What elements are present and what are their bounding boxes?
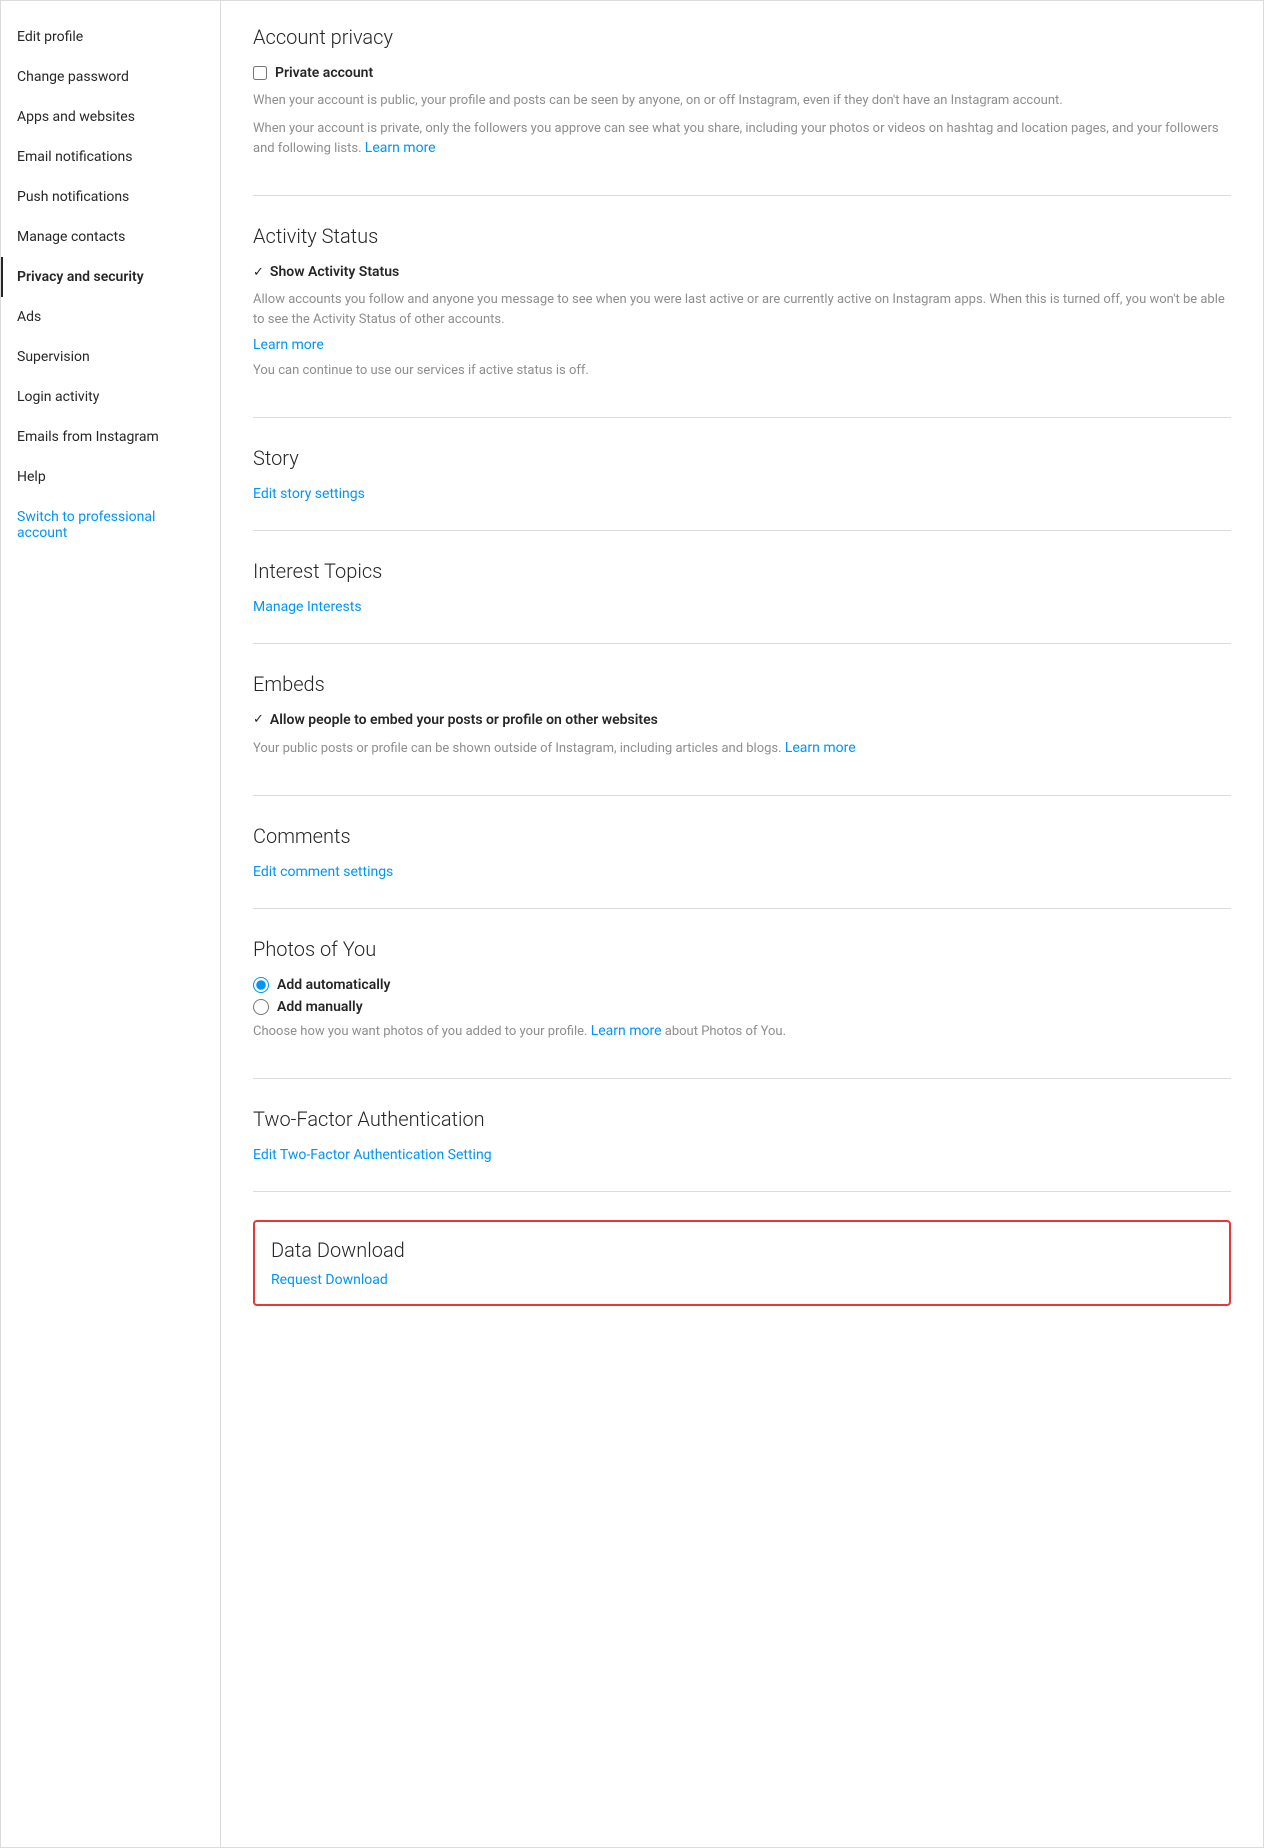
activity-status-title: Activity Status (253, 224, 1231, 248)
data-download-title: Data Download (271, 1238, 1213, 1262)
data-download-section: Data Download Request Download (253, 1220, 1231, 1306)
private-account-checkbox[interactable] (253, 66, 267, 80)
photos-of-you-section: Photos of You Add automatically Add manu… (253, 937, 1231, 1079)
add-manually-radio[interactable] (253, 999, 269, 1015)
sidebar-item-manage-contacts[interactable]: Manage contacts (1, 217, 220, 257)
manage-interests-link[interactable]: Manage Interests (253, 599, 362, 615)
account-privacy-desc2: When your account is private, only the f… (253, 119, 1231, 160)
edit-story-settings-link[interactable]: Edit story settings (253, 486, 365, 502)
sidebar-item-supervision[interactable]: Supervision (1, 337, 220, 377)
activity-status-desc: Allow accounts you follow and anyone you… (253, 290, 1231, 329)
sidebar: Edit profileChange passwordApps and webs… (1, 1, 221, 1847)
embeds-section: Embeds ✓ Allow people to embed your post… (253, 672, 1231, 796)
interest-topics-title: Interest Topics (253, 559, 1231, 583)
two-factor-auth-section: Two-Factor Authentication Edit Two-Facto… (253, 1107, 1231, 1192)
show-activity-row: ✓ Show Activity Status (253, 264, 1231, 280)
photos-of-you-learn-more[interactable]: Learn more (591, 1023, 662, 1039)
add-automatically-row: Add automatically (253, 977, 1231, 993)
embeds-allow-row: ✓ Allow people to embed your posts or pr… (253, 712, 1231, 728)
request-download-link[interactable]: Request Download (271, 1272, 388, 1288)
activity-status-section: Activity Status ✓ Show Activity Status A… (253, 224, 1231, 418)
account-privacy-desc1: When your account is public, your profil… (253, 91, 1231, 111)
story-section: Story Edit story settings (253, 446, 1231, 531)
sidebar-item-emails-from-instagram[interactable]: Emails from Instagram (1, 417, 220, 457)
story-title: Story (253, 446, 1231, 470)
embeds-checkmark-icon: ✓ (253, 712, 264, 727)
sidebar-item-help[interactable]: Help (1, 457, 220, 497)
sidebar-item-login-activity[interactable]: Login activity (1, 377, 220, 417)
private-account-label[interactable]: Private account (275, 65, 373, 81)
interest-topics-section: Interest Topics Manage Interests (253, 559, 1231, 644)
sidebar-item-push-notifications[interactable]: Push notifications (1, 177, 220, 217)
edit-two-factor-link[interactable]: Edit Two-Factor Authentication Setting (253, 1147, 492, 1163)
activity-status-learn-more[interactable]: Learn more (253, 337, 1231, 353)
account-privacy-learn-more[interactable]: Learn more (365, 140, 436, 156)
two-factor-auth-title: Two-Factor Authentication (253, 1107, 1231, 1131)
embeds-desc: Your public posts or profile can be show… (253, 738, 1231, 759)
account-privacy-section: Account privacy Private account When you… (253, 25, 1231, 196)
show-activity-label: Show Activity Status (270, 264, 399, 280)
add-manually-label[interactable]: Add manually (277, 999, 363, 1015)
comments-title: Comments (253, 824, 1231, 848)
embeds-title: Embeds (253, 672, 1231, 696)
checkmark-icon: ✓ (253, 265, 264, 280)
photos-of-you-title: Photos of You (253, 937, 1231, 961)
add-manually-row: Add manually (253, 999, 1231, 1015)
sidebar-item-email-notifications[interactable]: Email notifications (1, 137, 220, 177)
main-content: Account privacy Private account When you… (221, 1, 1263, 1847)
sidebar-item-switch-to-professional[interactable]: Switch to professional account (1, 497, 220, 553)
photos-of-you-desc: Choose how you want photos of you added … (253, 1021, 1231, 1042)
edit-comment-settings-link[interactable]: Edit comment settings (253, 864, 393, 880)
comments-section: Comments Edit comment settings (253, 824, 1231, 909)
account-privacy-title: Account privacy (253, 25, 1231, 49)
sidebar-item-ads[interactable]: Ads (1, 297, 220, 337)
activity-status-extra: You can continue to use our services if … (253, 361, 1231, 381)
sidebar-item-privacy-and-security[interactable]: Privacy and security (1, 257, 220, 297)
sidebar-item-edit-profile[interactable]: Edit profile (1, 17, 220, 57)
embeds-learn-more[interactable]: Learn more (785, 740, 856, 756)
add-automatically-label[interactable]: Add automatically (277, 977, 390, 993)
sidebar-item-apps-and-websites[interactable]: Apps and websites (1, 97, 220, 137)
sidebar-item-change-password[interactable]: Change password (1, 57, 220, 97)
private-account-row: Private account (253, 65, 1231, 81)
embeds-allow-label: Allow people to embed your posts or prof… (270, 712, 658, 728)
add-automatically-radio[interactable] (253, 977, 269, 993)
